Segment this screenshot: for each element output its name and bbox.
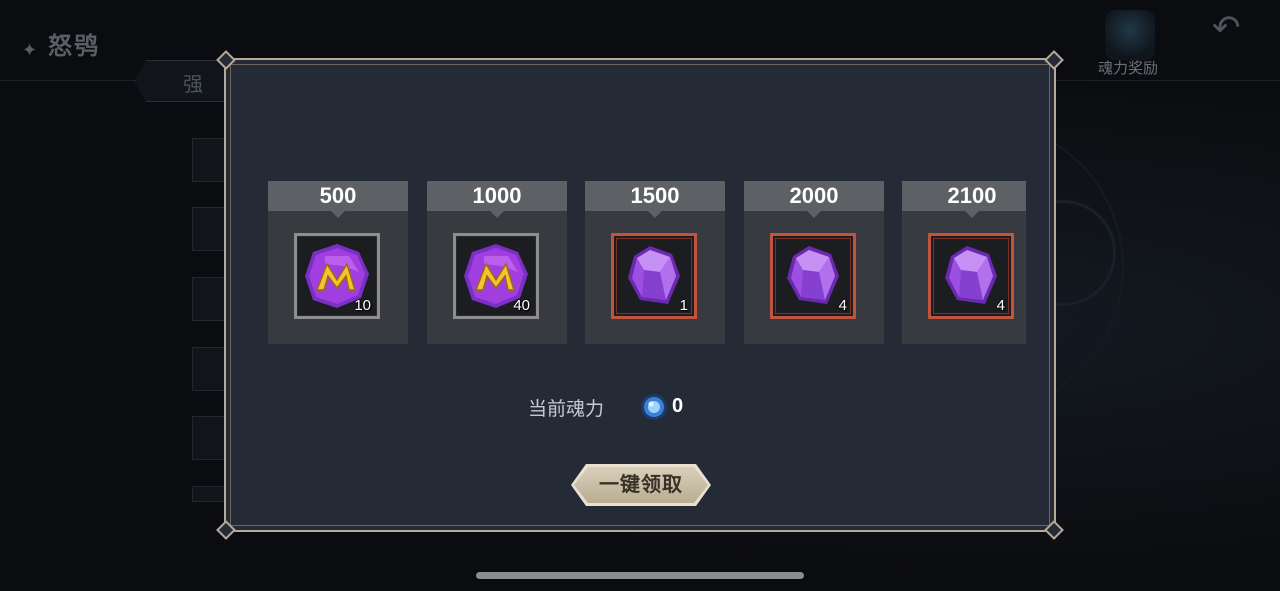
reward-quantity: 4 — [838, 297, 847, 314]
reward-quantity: 1 — [679, 297, 688, 314]
reward-threshold: 2100 — [902, 181, 1026, 218]
reward-item-slot[interactable]: 4 — [928, 233, 1014, 319]
soul-reward-icon — [1105, 10, 1155, 60]
claim-all-button[interactable]: 一键领取 — [574, 467, 708, 503]
reward-card: 1000 40 — [427, 181, 567, 344]
reward-list: 500 10 1000 40 1500 1 2000 4 2100 4 — [268, 181, 1026, 345]
reward-threshold: 1500 — [585, 181, 725, 218]
purple-crystal-icon — [787, 246, 839, 304]
current-soul-power-label: 当前魂力 — [528, 399, 605, 420]
reward-card: 2100 4 — [902, 181, 1026, 344]
current-soul-power-value: 0 — [672, 395, 684, 417]
reward-threshold: 500 — [268, 181, 408, 218]
reward-quantity: 10 — [354, 297, 371, 314]
reward-quantity: 40 — [513, 297, 530, 314]
reward-threshold: 1000 — [427, 181, 567, 218]
purple-crystal-icon — [945, 246, 997, 304]
soul-orb-icon — [641, 394, 667, 420]
reward-item-slot[interactable]: 10 — [294, 233, 380, 319]
reward-item-slot[interactable]: 1 — [611, 233, 697, 319]
hero-class-icon: ✦ — [22, 40, 40, 60]
reward-card: 1500 1 — [585, 181, 725, 344]
reward-item-slot[interactable]: 40 — [453, 233, 539, 319]
background-page-title: ✦ 怒鸮 — [22, 33, 100, 60]
soul-reward-label: 魂力奖励 — [1098, 60, 1159, 77]
reward-card: 500 10 — [268, 181, 408, 344]
reward-quantity: 4 — [996, 297, 1005, 314]
home-indicator[interactable] — [476, 572, 804, 579]
purple-crystal-icon — [628, 246, 680, 304]
reward-threshold: 2000 — [744, 181, 884, 218]
reward-card: 2000 4 — [744, 181, 884, 344]
soul-reward-dialog: 500 10 1000 40 1500 1 2000 4 2100 4 当前魂力… — [216, 50, 1064, 540]
reward-item-slot[interactable]: 4 — [770, 233, 856, 319]
back-arrow-icon: ↶ — [1212, 9, 1241, 47]
